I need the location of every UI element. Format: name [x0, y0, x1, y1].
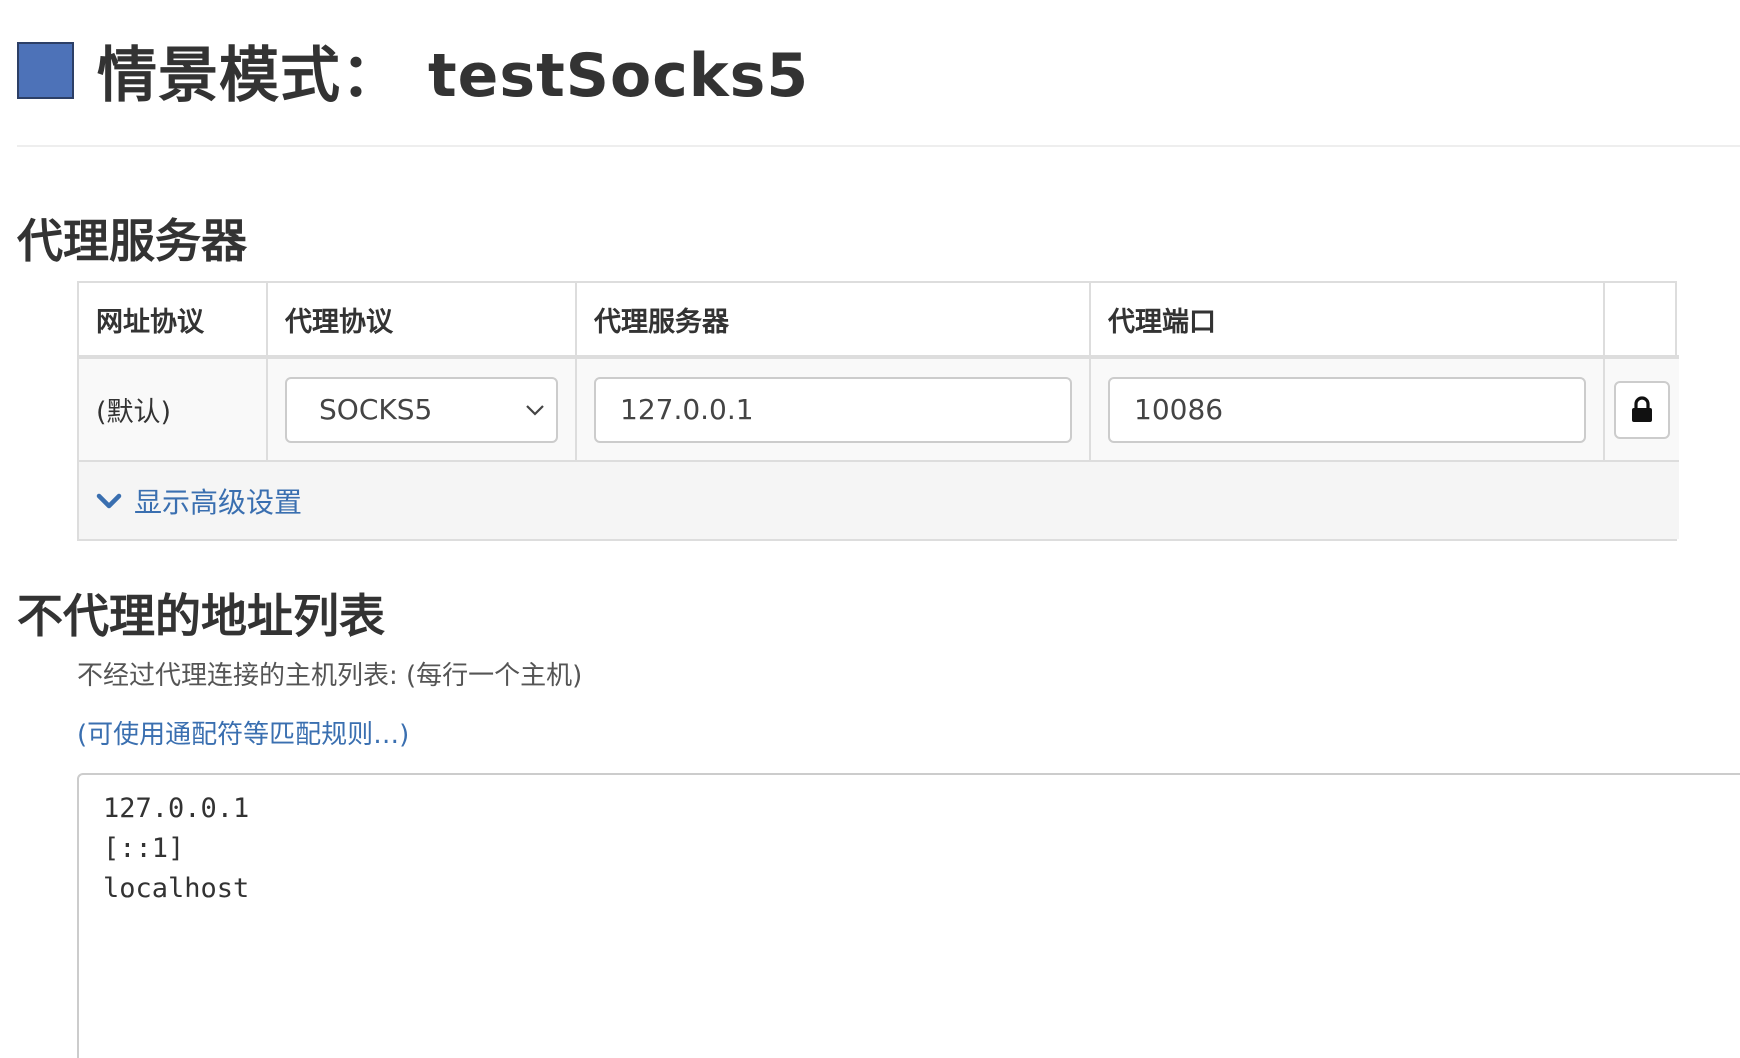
- header-divider: [17, 145, 1740, 147]
- protocol-select[interactable]: SOCKS5: [285, 376, 558, 443]
- page-title-prefix: 情景模式：: [97, 40, 402, 111]
- column-header-protocol: 代理协议: [267, 283, 577, 359]
- profile-header: 情景模式： testSocks5: [17, 30, 809, 111]
- port-cell: 10086: [1090, 357, 1605, 462]
- profile-color-swatch[interactable]: [17, 41, 74, 99]
- proxy-servers-heading: 代理服务器: [17, 214, 247, 268]
- profile-name: testSocks5: [428, 40, 810, 111]
- options-page: 情景模式： testSocks5 代理服务器 网址协议 代理协议 代理服务器 代理…: [0, 0, 1740, 1058]
- advanced-settings-row: 显示高级设置: [79, 461, 1679, 539]
- bypass-list-heading: 不代理的地址列表: [17, 589, 385, 643]
- column-header-server: 代理服务器: [576, 283, 1091, 359]
- select-arrow-icon: [526, 404, 544, 416]
- scheme-cell: (默认): [79, 357, 268, 462]
- show-advanced-link[interactable]: 显示高级设置: [96, 481, 302, 521]
- bypass-line: [::1]: [103, 833, 185, 864]
- chevron-down-icon: [96, 493, 122, 508]
- server-cell: 127.0.0.1: [576, 357, 1091, 462]
- protocol-cell: SOCKS5: [267, 357, 577, 462]
- page-title: 情景模式： testSocks5: [97, 27, 809, 114]
- protocol-select-value: SOCKS5: [319, 393, 433, 426]
- column-header-scheme: 网址协议: [79, 283, 268, 359]
- bypass-line: localhost: [103, 873, 250, 904]
- auth-lock-button[interactable]: [1614, 380, 1670, 439]
- advanced-settings-cell: 显示高级设置: [79, 461, 1679, 539]
- proxy-port-input[interactable]: 10086: [1108, 376, 1586, 443]
- proxy-host-input[interactable]: 127.0.0.1: [594, 376, 1072, 443]
- lock-icon: [1632, 395, 1652, 422]
- show-advanced-label: 显示高级设置: [134, 485, 303, 519]
- bypass-help-text: 不经过代理连接的主机列表: (每行一个主机): [77, 661, 583, 691]
- wildcard-rules-link[interactable]: (可使用通配符等匹配规则…): [77, 714, 409, 751]
- table-header-row: 网址协议 代理协议 代理服务器 代理端口: [79, 283, 1679, 359]
- proxy-servers-table: 网址协议 代理协议 代理服务器 代理端口 (默认) SOCKS5 127.0.0…: [77, 281, 1679, 541]
- bypass-list-textarea[interactable]: 127.0.0.1 [::1] localhost: [77, 773, 1740, 1058]
- proxy-host-value: 127.0.0.1: [620, 393, 754, 426]
- column-header-port: 代理端口: [1090, 283, 1605, 359]
- table-row: (默认) SOCKS5 127.0.0.1 10086: [79, 357, 1679, 462]
- scheme-label: (默认): [96, 397, 172, 428]
- proxy-port-value: 10086: [1134, 393, 1224, 426]
- bypass-line: 127.0.0.1: [103, 793, 250, 824]
- actions-cell: [1604, 357, 1679, 462]
- column-header-actions: [1604, 283, 1679, 359]
